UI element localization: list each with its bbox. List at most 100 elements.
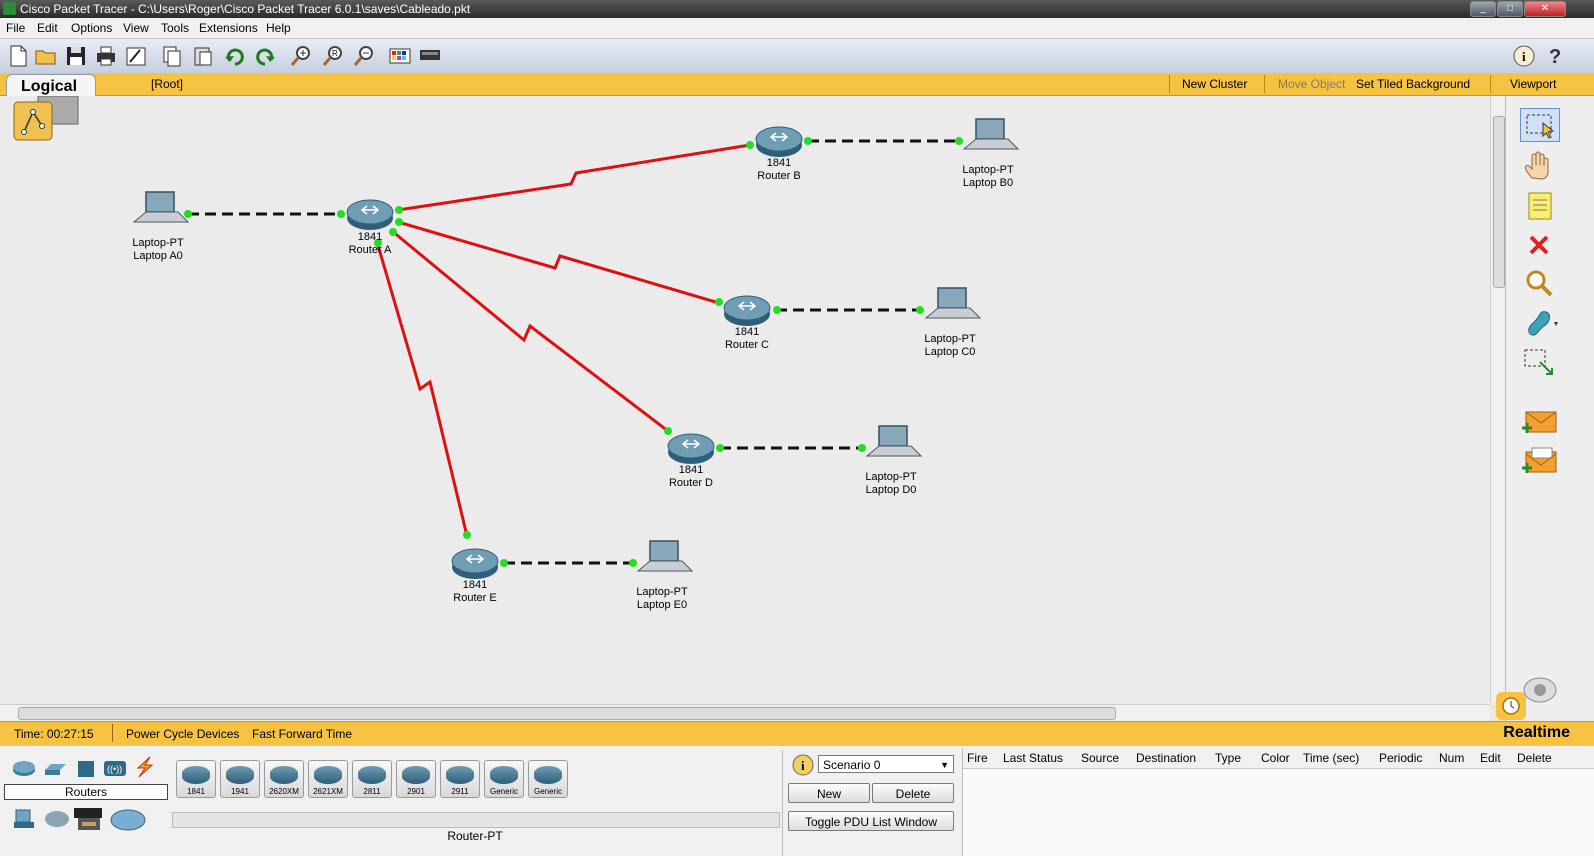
wan-emulation-category-icon[interactable] [44,808,70,833]
laptop-c0[interactable]: Laptop-PT Laptop C0 [924,287,982,358]
custom-device-icon[interactable] [418,44,442,68]
move-object-button[interactable]: Move Object [1278,77,1345,91]
activity-wizard-icon[interactable] [124,44,148,68]
logical-workspace[interactable]: 1841 Router A 1841 Router B 1841 Router … [0,96,1490,704]
col-destination[interactable]: Destination [1136,751,1196,765]
minimize-button[interactable]: _ [1470,1,1496,17]
inspect-icon[interactable] [1520,268,1558,300]
undo-icon[interactable] [223,44,247,68]
router-a[interactable]: 1841 Router A [346,199,394,256]
device-model-generic-2[interactable]: Generic [528,760,568,798]
router-c[interactable]: 1841 Router C [723,295,771,351]
col-edit[interactable]: Edit [1480,751,1501,765]
scenario-select[interactable]: Scenario 0 ▼ [818,755,954,773]
maximize-button[interactable]: □ [1497,1,1523,17]
hub-category-icon[interactable] [74,758,98,781]
wireless-category-icon[interactable]: ((•)) [102,758,128,781]
open-folder-icon[interactable] [34,44,58,68]
realtime-clock-icon[interactable] [1496,692,1526,720]
workspace-vertical-scrollbar[interactable] [1490,96,1505,702]
zoom-reset-icon[interactable]: R [321,44,345,68]
new-file-icon[interactable] [6,44,30,68]
viewport-button[interactable]: Viewport [1510,77,1556,91]
zoom-out-icon[interactable] [352,44,376,68]
serial-link-a-e[interactable] [375,241,469,537]
menu-view[interactable]: View [123,21,149,35]
copy-icon[interactable] [160,44,184,68]
col-last-status[interactable]: Last Status [1003,751,1063,765]
paste-icon[interactable] [191,44,215,68]
new-cluster-button[interactable]: New Cluster [1182,77,1247,91]
router-category-icon[interactable] [12,758,36,781]
col-color[interactable]: Color [1261,751,1290,765]
menu-file[interactable]: File [6,21,25,35]
laptop-e0[interactable]: Laptop-PT Laptop E0 [636,540,694,611]
menu-options[interactable]: Options [71,21,112,35]
add-simple-pdu-icon[interactable] [1520,406,1558,438]
vertical-scroll-thumb[interactable] [1493,116,1505,288]
workspace-horizontal-scrollbar[interactable] [0,704,1490,721]
col-delete[interactable]: Delete [1517,751,1552,765]
device-model-2620xm[interactable]: 2620XM [264,760,304,798]
menu-help[interactable]: Help [266,21,291,35]
workspace-path[interactable]: [Root] [151,77,183,91]
save-icon[interactable] [64,44,88,68]
new-scenario-button[interactable]: New [788,783,870,803]
serial-link-a-b[interactable] [397,143,751,212]
device-model-1841[interactable]: 1841 [176,760,216,798]
laptop-a0[interactable]: Laptop-PT Laptop A0 [132,191,190,262]
fast-forward-time-button[interactable]: Fast Forward Time [252,727,352,741]
power-cycle-devices-button[interactable]: Power Cycle Devices [126,727,239,741]
note-icon[interactable] [1520,190,1558,222]
device-model-1941[interactable]: 1941 [220,760,260,798]
delete-icon[interactable] [1520,230,1558,262]
resize-icon[interactable] [1520,346,1558,378]
device-model-2621xm[interactable]: 2621XM [308,760,348,798]
device-model-2911[interactable]: 2911 [440,760,480,798]
add-complex-pdu-icon[interactable] [1520,446,1558,478]
toggle-pdu-list-button[interactable]: Toggle PDU List Window [788,811,954,831]
delete-scenario-button[interactable]: Delete [872,783,954,803]
device-type-label: Router-PT [447,829,503,843]
custom-devices-category-icon[interactable] [72,804,104,837]
serial-link-a-c[interactable] [397,220,720,305]
horizontal-scroll-thumb[interactable] [18,707,1116,720]
scenario-info-icon[interactable]: i [791,753,815,780]
router-b[interactable]: 1841 Router B [755,126,803,182]
menu-tools[interactable]: Tools [161,21,189,35]
router-e[interactable]: 1841 Router E [451,548,499,604]
connections-category-icon[interactable] [132,756,158,781]
device-list-scrollbar[interactable] [172,812,780,828]
select-icon[interactable] [1520,108,1560,142]
multiuser-category-icon[interactable] [110,808,146,835]
close-button[interactable]: ✕ [1524,1,1566,17]
laptop-b0[interactable]: Laptop-PT Laptop B0 [962,118,1020,189]
realtime-mode-tab[interactable]: Realtime [1503,724,1570,742]
network-topology[interactable]: 1841 Router A 1841 Router B 1841 Router … [0,96,1490,704]
col-fire[interactable]: Fire [967,751,988,765]
device-model-2901[interactable]: 2901 [396,760,436,798]
laptop-d0[interactable]: Laptop-PT Laptop D0 [865,425,923,496]
print-icon[interactable] [94,44,118,68]
set-tiled-background-button[interactable]: Set Tiled Background [1356,77,1470,91]
col-time[interactable]: Time (sec) [1303,751,1359,765]
col-num[interactable]: Num [1439,751,1464,765]
col-type[interactable]: Type [1215,751,1241,765]
end-devices-category-icon[interactable] [12,806,40,835]
logical-view-icon[interactable] [13,96,79,141]
palette-icon[interactable] [388,44,412,68]
menu-extensions[interactable]: Extensions [199,21,258,35]
move-hand-icon[interactable] [1520,150,1558,182]
draw-shape-icon[interactable] [1520,308,1558,340]
redo-icon[interactable] [253,44,277,68]
router-d[interactable]: 1841 Router D [667,433,715,489]
col-periodic[interactable]: Periodic [1379,751,1422,765]
info-icon[interactable]: i [1512,44,1536,68]
switch-category-icon[interactable] [43,758,67,781]
device-model-2811[interactable]: 2811 [352,760,392,798]
help-icon[interactable]: ? [1543,44,1567,68]
zoom-in-icon[interactable] [289,44,313,68]
menu-edit[interactable]: Edit [37,21,58,35]
device-model-generic-1[interactable]: Generic [484,760,524,798]
col-source[interactable]: Source [1081,751,1119,765]
